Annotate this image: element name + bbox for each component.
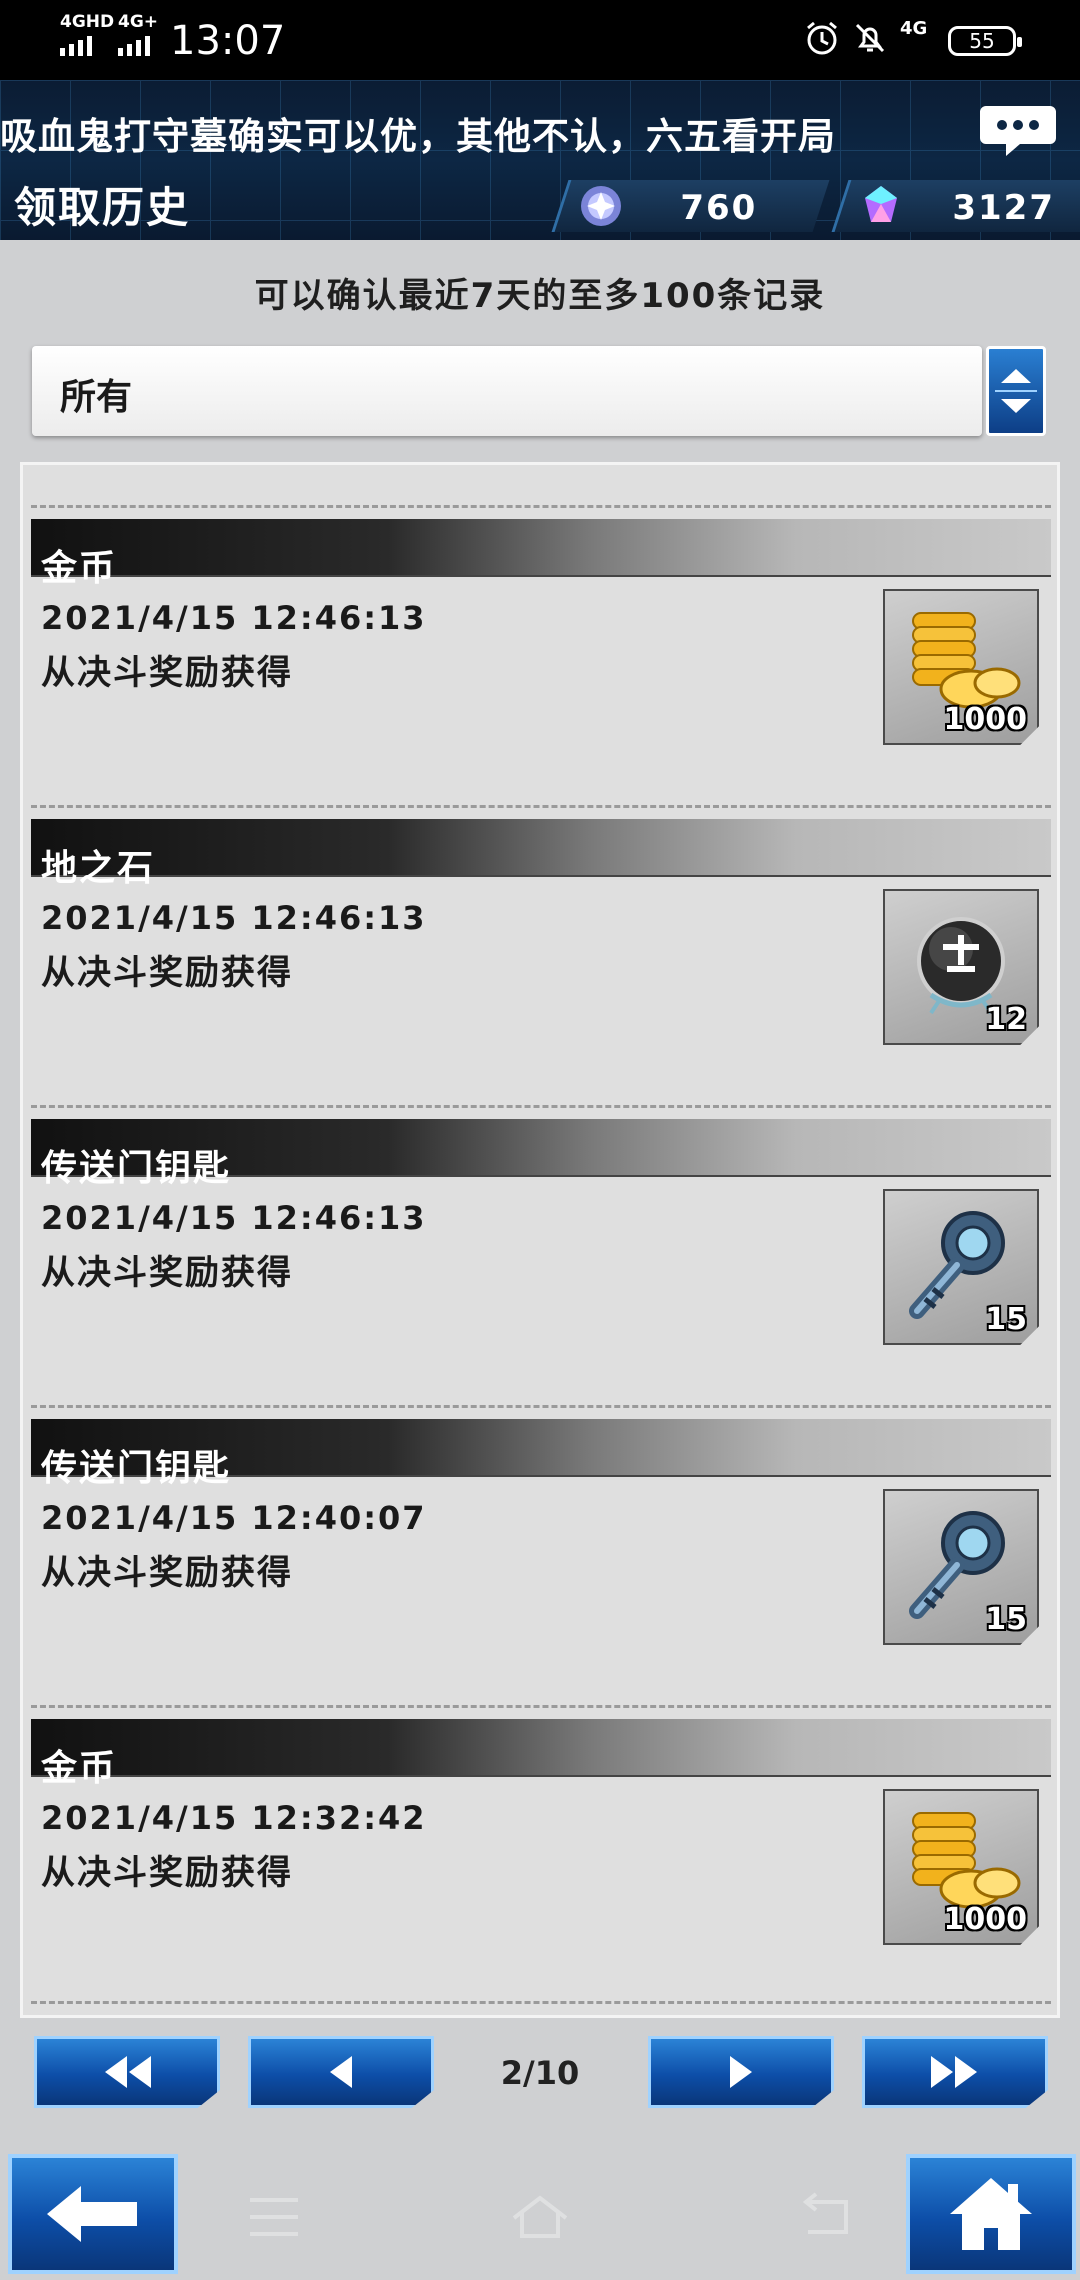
home-nav-icon[interactable] [508, 2192, 572, 2242]
previous-page-button[interactable] [248, 2036, 434, 2108]
item-title-bar: 金币 [31, 1719, 1051, 1789]
rainbow-gem-icon [865, 186, 897, 222]
item-thumbnail[interactable]: 1000 [883, 1789, 1039, 1945]
history-notice: 可以确认最近7天的至多100条记录 [254, 276, 826, 316]
status-bar: 4GHD 4G+ 13:07 4G 55 [0, 0, 1080, 80]
item-title-bar: 传送门钥匙 [31, 1119, 1051, 1189]
item-date: 2021/4/15 12:40:07 [41, 1499, 427, 1537]
updown-arrows-icon [995, 369, 1037, 413]
item-date: 2021/4/15 12:32:42 [41, 1799, 427, 1837]
item-quantity: 15 [985, 1602, 1027, 1637]
next-page-button[interactable] [648, 2036, 834, 2108]
item-name: 传送门钥匙 [41, 1448, 232, 1489]
filter-spinner[interactable] [986, 346, 1046, 436]
item-name: 地之石 [41, 848, 156, 889]
right-arrow-icon [730, 2056, 752, 2088]
currency-value-2: 3127 [952, 188, 1055, 228]
back-button[interactable] [8, 2154, 178, 2274]
item-quantity: 1000 [943, 702, 1028, 737]
item-thumbnail[interactable]: 15 [883, 1189, 1039, 1345]
signal-label-1: 4GHD [60, 12, 115, 32]
list-end-divider [31, 2001, 1051, 2004]
item-source: 从决斗奖励获得 [41, 1553, 293, 1593]
item-title-bar: 金币 [31, 519, 1051, 589]
list-item: 传送门钥匙 2021/4/15 12:46:13 从决斗奖励获得 15 [31, 1105, 1051, 1405]
header: 吸血鬼打守墓确实可以优，其他不认，六五看开局 领取历史 760 3127 [0, 80, 1080, 240]
signal-label-2: 4G+ [118, 12, 159, 32]
bell-muted-icon [855, 23, 885, 53]
item-name: 金币 [41, 1748, 118, 1789]
filter-selected: 所有 [60, 377, 133, 418]
item-title-bar: 地之石 [31, 819, 1051, 889]
item-source: 从决斗奖励获得 [41, 953, 293, 993]
list-item: 金币 2021/4/15 12:32:42 从决斗奖励获得 1000 [31, 1705, 1051, 2005]
item-thumbnail[interactable]: 1000 [883, 589, 1039, 745]
page-indicator: 2/10 [500, 2054, 580, 2092]
item-name: 金币 [41, 548, 118, 589]
signal-bars-1-icon [60, 36, 92, 56]
list-item: 地之石 2021/4/15 12:46:13 从决斗奖励获得 12 [31, 805, 1051, 1105]
item-quantity: 12 [985, 1002, 1027, 1037]
battery-icon: 55 [948, 26, 1022, 56]
item-thumbnail[interactable]: 15 [883, 1489, 1039, 1645]
item-quantity: 15 [985, 1302, 1027, 1337]
item-thumbnail[interactable]: 12 [883, 889, 1039, 1045]
double-right-arrow-icon [931, 2056, 977, 2088]
currency-box-2[interactable]: 3127 [831, 180, 1080, 232]
item-source: 从决斗奖励获得 [41, 653, 293, 693]
item-date: 2021/4/15 12:46:13 [41, 899, 427, 937]
page-title: 领取历史 [14, 183, 191, 232]
clock: 13:07 [170, 18, 286, 64]
first-page-button[interactable] [34, 2036, 220, 2108]
list-item: 传送门钥匙 2021/4/15 12:40:07 从决斗奖励获得 15 [31, 1405, 1051, 1705]
chat-bubble-icon[interactable] [978, 102, 1058, 160]
menu-nav-icon[interactable] [244, 2192, 304, 2242]
item-source: 从决斗奖励获得 [41, 1853, 293, 1893]
last-page-button[interactable] [862, 2036, 1048, 2108]
left-arrow-icon [330, 2056, 352, 2088]
filter-dropdown[interactable]: 所有 [32, 346, 1046, 438]
news-ticker[interactable]: 吸血鬼打守墓确实可以优，其他不认，六五看开局 [0, 106, 836, 160]
item-title-bar: 传送门钥匙 [31, 1419, 1051, 1489]
filter-box[interactable]: 所有 [32, 346, 982, 436]
home-button[interactable] [906, 2154, 1076, 2274]
item-source: 从决斗奖励获得 [41, 1253, 293, 1293]
crystal-gem-icon [581, 186, 621, 226]
currency-value-1: 760 [680, 188, 758, 228]
signal-bars-2-icon [118, 36, 150, 56]
item-date: 2021/4/15 12:46:13 [41, 599, 427, 637]
network-type: 4G [900, 18, 928, 39]
back-arrow-icon [47, 2186, 137, 2242]
home-icon [950, 2178, 1032, 2250]
item-quantity: 1000 [943, 1902, 1028, 1937]
item-name: 传送门钥匙 [41, 1148, 232, 1189]
history-list[interactable]: 金币 2021/4/15 12:46:13 从决斗奖励获得 1000 地之石 2… [20, 462, 1060, 2018]
double-left-arrow-icon [105, 2056, 151, 2088]
alarm-icon [807, 21, 837, 55]
back-nav-icon[interactable] [794, 2192, 854, 2242]
list-item: 金币 2021/4/15 12:46:13 从决斗奖励获得 1000 [31, 505, 1051, 805]
currency-box-1[interactable]: 760 [551, 180, 830, 232]
item-date: 2021/4/15 12:46:13 [41, 1199, 427, 1237]
